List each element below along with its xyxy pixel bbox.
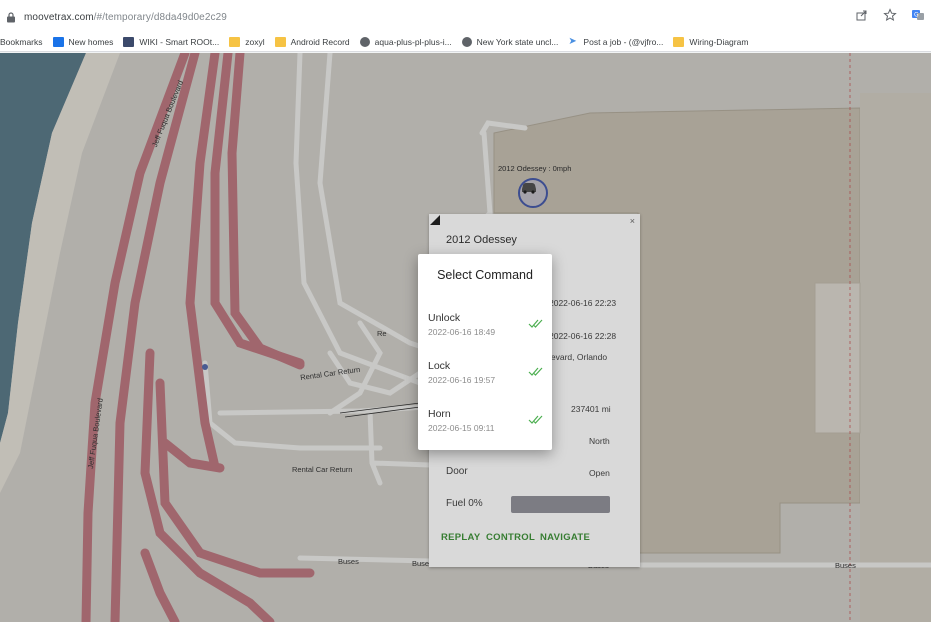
bookmark-label: Wiring-Diagram (689, 36, 749, 47)
bookmark-label: WIKI - Smart ROOt... (139, 36, 220, 47)
bookmark-item[interactable]: Bookmarks (0, 37, 43, 47)
bookmark-item[interactable]: New homes (52, 36, 114, 47)
bookmark-folder[interactable]: Wiring-Diagram (673, 36, 749, 47)
globe-icon (461, 36, 472, 47)
bookmark-label: zoxyl (245, 36, 265, 47)
url-text: moovetrax.com/#/temporary/d8da49d0e2c29 (24, 12, 227, 23)
vehicle-marker-label: 2012 Odessey : 0mph (498, 164, 572, 173)
street-label: Rental Car Return (292, 465, 353, 474)
command-item-unlock[interactable]: Unlock 2022-06-16 18:49 (428, 312, 546, 346)
command-item-horn[interactable]: Horn 2022-06-15 09:11 (428, 408, 546, 442)
street-label: Buses (338, 557, 359, 566)
vehicle-marker[interactable] (518, 178, 548, 208)
bookmark-item[interactable]: aqua-plus-pl-plus-i... (359, 36, 452, 47)
translate-extension-icon[interactable]: G (911, 8, 925, 22)
command-time: 2022-06-16 19:57 (428, 375, 496, 385)
building-east (860, 93, 931, 622)
bookmark-item[interactable]: ➤ Post a job - (@vjfro... (568, 35, 664, 47)
double-check-icon (528, 415, 543, 424)
home-icon (52, 36, 64, 47)
folder-icon (673, 36, 685, 47)
wiki-icon (123, 36, 135, 47)
command-item-lock[interactable]: Lock 2022-06-16 19:57 (428, 360, 546, 394)
command-time: 2022-06-15 09:11 (428, 423, 495, 433)
bookmark-folder[interactable]: zoxyl (229, 36, 265, 47)
bookmark-label: Post a job - (@vjfro... (583, 36, 664, 47)
street-label: Re (377, 329, 387, 338)
street-label: Buses (835, 561, 856, 570)
bookmark-label: Bookmarks (0, 36, 43, 47)
bookmark-label: Android Record (290, 36, 350, 47)
url-path: /#/temporary/d8da49d0e2c29 (93, 11, 227, 23)
select-command-dialog: Select Command Unlock 2022-06-16 18:49 L… (418, 254, 552, 450)
dialog-title: Select Command (437, 268, 533, 282)
folder-icon (274, 36, 286, 47)
bookmarks-bar: Bookmarks New homes WIKI - Smart ROOt...… (0, 32, 931, 52)
svg-text:G: G (914, 12, 919, 19)
command-name: Unlock (428, 312, 461, 324)
bookmark-label: New York state uncl... (476, 36, 559, 47)
globe-icon (359, 36, 370, 47)
folder-icon (229, 36, 241, 47)
command-name: Horn (428, 408, 451, 420)
car-icon (522, 183, 536, 194)
double-check-icon (528, 367, 543, 376)
star-icon[interactable] (883, 8, 897, 22)
url-host: moovetrax.com (24, 11, 94, 23)
bookmark-item[interactable]: New York state uncl... (461, 36, 559, 47)
command-name: Lock (428, 360, 451, 372)
bookmark-label: aqua-plus-pl-plus-i... (374, 36, 452, 47)
url-field[interactable]: moovetrax.com/#/temporary/d8da49d0e2c29 (6, 9, 227, 25)
highway-roads (81, 53, 315, 622)
bookmark-item[interactable]: WIKI - Smart ROOt... (123, 36, 220, 47)
double-check-icon (528, 319, 543, 328)
share-icon[interactable] (855, 8, 869, 22)
command-time: 2022-06-16 18:49 (428, 327, 496, 337)
building-block (814, 282, 861, 434)
bookmark-folder[interactable]: Android Record (274, 36, 350, 47)
lock-icon (7, 11, 15, 22)
bookmark-label: New homes (68, 36, 114, 47)
arrow-logo-icon: ➤ (568, 35, 577, 47)
browser-address-bar: moovetrax.com/#/temporary/d8da49d0e2c29 … (0, 0, 931, 32)
